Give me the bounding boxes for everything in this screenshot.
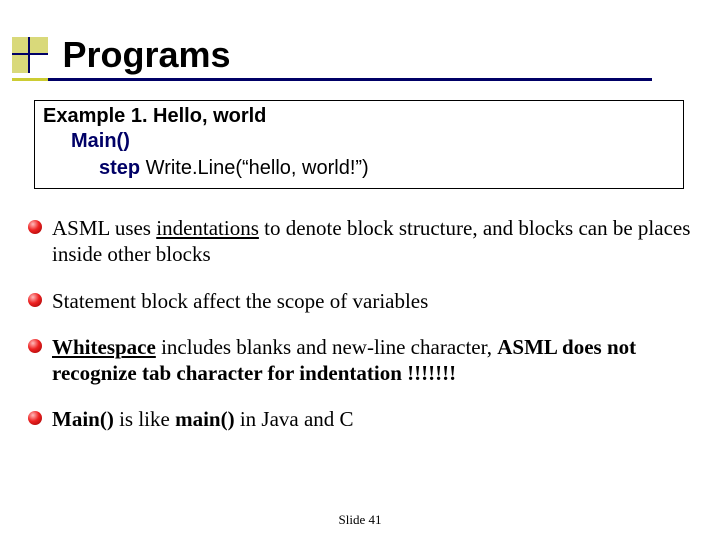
text-segment: in Java and C [235,407,354,431]
bullet-text: Whitespace includes blanks and new-line … [52,334,698,387]
bullet-text: Main() is like main() in Java and C [52,406,698,432]
bullet-dot-icon [28,220,42,234]
code-line: Main() [43,128,675,155]
bullet-dot-icon [28,339,42,353]
text-segment: indentations [156,216,259,240]
title-decorative-square [12,37,48,73]
slide-footer: Slide 41 [0,512,720,528]
text-segment: ASML uses [52,216,156,240]
bullet-item: Main() is like main() in Java and C [28,406,698,432]
slide-title: Programs [62,34,230,76]
text-segment: Whitespace [52,335,156,359]
bullet-dot-icon [28,411,42,425]
code-keyword: step [99,157,140,179]
title-accent [12,78,48,81]
text-segment: is like [114,407,175,431]
example-code-box: Example 1. Hello, world Main() step Write… [34,100,684,189]
code-text: Write.Line(“hello, world!”) [140,157,369,179]
text-segment: main() [175,407,235,431]
bullet-dot-icon [28,293,42,307]
bullet-item: Whitespace includes blanks and new-line … [28,334,698,387]
slide-title-block: Programs [12,34,231,76]
bullet-item: ASML uses indentations to denote block s… [28,215,698,268]
title-underline [12,78,652,81]
bullet-text: Statement block affect the scope of vari… [52,288,698,314]
bullet-item: Statement block affect the scope of vari… [28,288,698,314]
text-segment: Statement block affect the scope of vari… [52,289,428,313]
bullet-list: ASML uses indentations to denote block s… [28,215,698,453]
text-segment: Main() [52,407,114,431]
text-segment: includes blanks and new-line character, [156,335,497,359]
code-line: step Write.Line(“hello, world!”) [43,155,675,182]
bullet-text: ASML uses indentations to denote block s… [52,215,698,268]
example-heading: Example 1. Hello, world [43,105,675,128]
example-code-lines: Main() step Write.Line(“hello, world!”) [43,128,675,182]
code-keyword: Main() [71,130,130,152]
